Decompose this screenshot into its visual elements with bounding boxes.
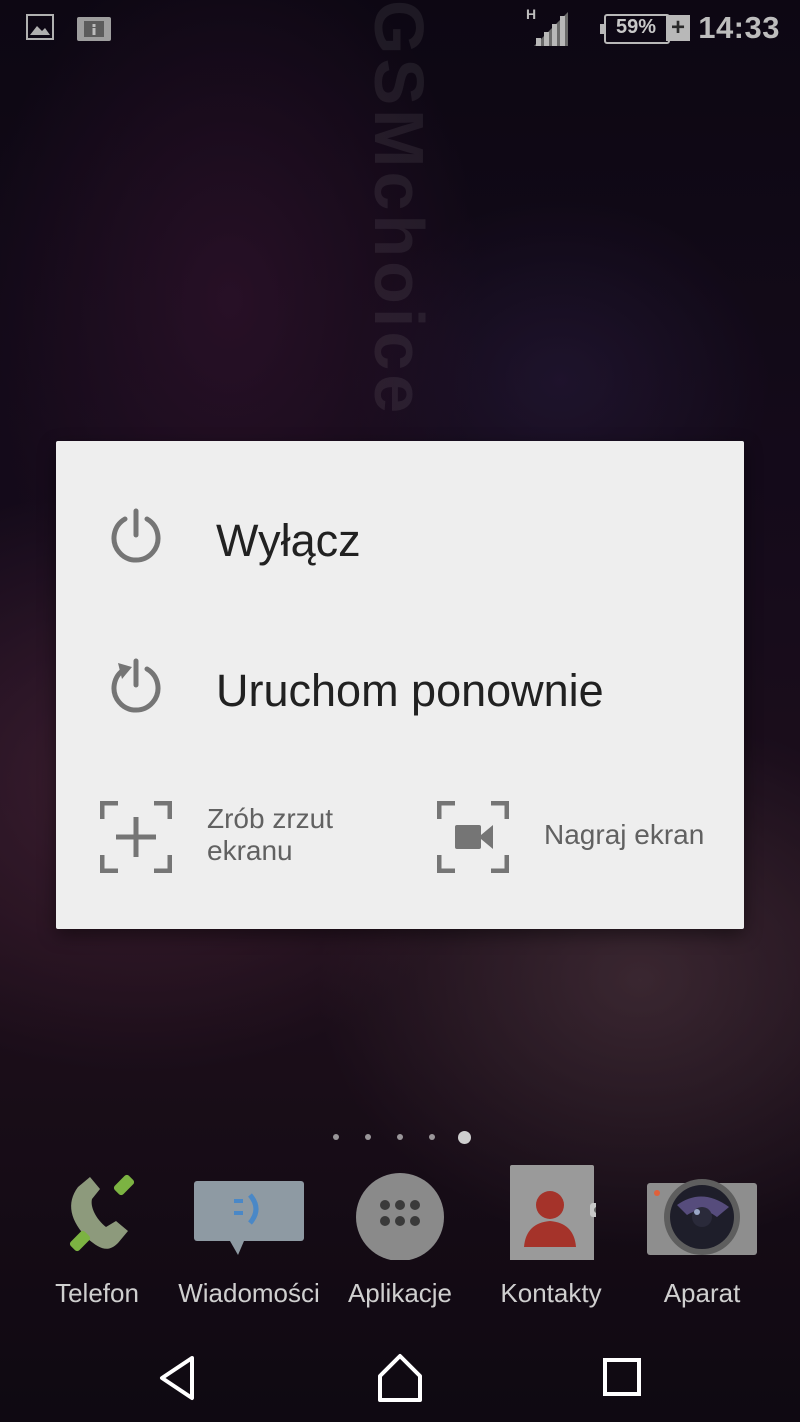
power-off-option[interactable]: Wyłącz (56, 469, 744, 609)
video-camera-icon (437, 801, 509, 873)
page-indicator (0, 1130, 800, 1146)
page-dot (429, 1134, 435, 1140)
phone-icon (69, 1174, 135, 1252)
back-icon[interactable] (148, 1348, 208, 1408)
dock-app-label: Aplikacje (347, 1278, 453, 1308)
image-notification-icon (26, 14, 54, 40)
screenshot-label-line1: Zrób zrzut (207, 803, 334, 834)
charging-indicator: + (666, 15, 690, 41)
status-bar: H 59% + 14:33 (0, 0, 800, 58)
navigation-bar (0, 1330, 800, 1422)
power-menu-dialog: Wyłącz Uruchom ponownie Zrób zrzut ekran… (56, 441, 744, 929)
page-dot (365, 1134, 371, 1140)
screen-record-option[interactable]: Nagraj ekran (400, 781, 744, 901)
screenshot-option[interactable]: Zrób zrzut ekranu (56, 781, 400, 901)
app-dock: Telefon Wiadomości Aplikacje Kontakty Ap… (0, 1160, 800, 1320)
dock-app-label: Telefon (55, 1278, 139, 1308)
info-card-notification-icon (77, 17, 111, 41)
screenshot-icon (100, 801, 172, 873)
dock-app-camera[interactable]: Aparat (627, 1160, 777, 1320)
page-dot (397, 1134, 403, 1140)
dock-app-label: Aparat (663, 1278, 741, 1308)
dock-app-drawer[interactable]: Aplikacje (325, 1160, 475, 1320)
home-icon[interactable] (370, 1348, 430, 1408)
dock-app-phone[interactable]: Telefon (22, 1160, 172, 1320)
battery-icon: 59% + (600, 14, 690, 44)
power-off-label: Wyłącz (216, 515, 361, 566)
dock-app-messages[interactable]: Wiadomości (174, 1160, 324, 1320)
recents-icon[interactable] (592, 1348, 652, 1408)
signal-icon (534, 12, 568, 46)
status-clock: 14:33 (698, 10, 780, 45)
restart-option[interactable]: Uruchom ponownie (56, 619, 744, 759)
dock-app-label: Kontakty (500, 1278, 602, 1308)
battery-percent: 59% (615, 16, 657, 38)
dock-app-label: Wiadomości (178, 1278, 320, 1308)
app-drawer-icon (356, 1173, 444, 1260)
restart-label: Uruchom ponownie (216, 665, 604, 716)
page-dot-active (458, 1131, 471, 1144)
page-dot (333, 1134, 339, 1140)
screen-record-label: Nagraj ekran (544, 819, 705, 850)
screenshot-label-line2: ekranu (207, 835, 293, 866)
power-icon (111, 508, 161, 563)
dock-app-contacts[interactable]: Kontakty (476, 1160, 626, 1320)
messages-icon (194, 1181, 304, 1255)
camera-icon (647, 1179, 757, 1255)
restart-icon (111, 658, 161, 713)
contacts-icon (510, 1165, 596, 1260)
